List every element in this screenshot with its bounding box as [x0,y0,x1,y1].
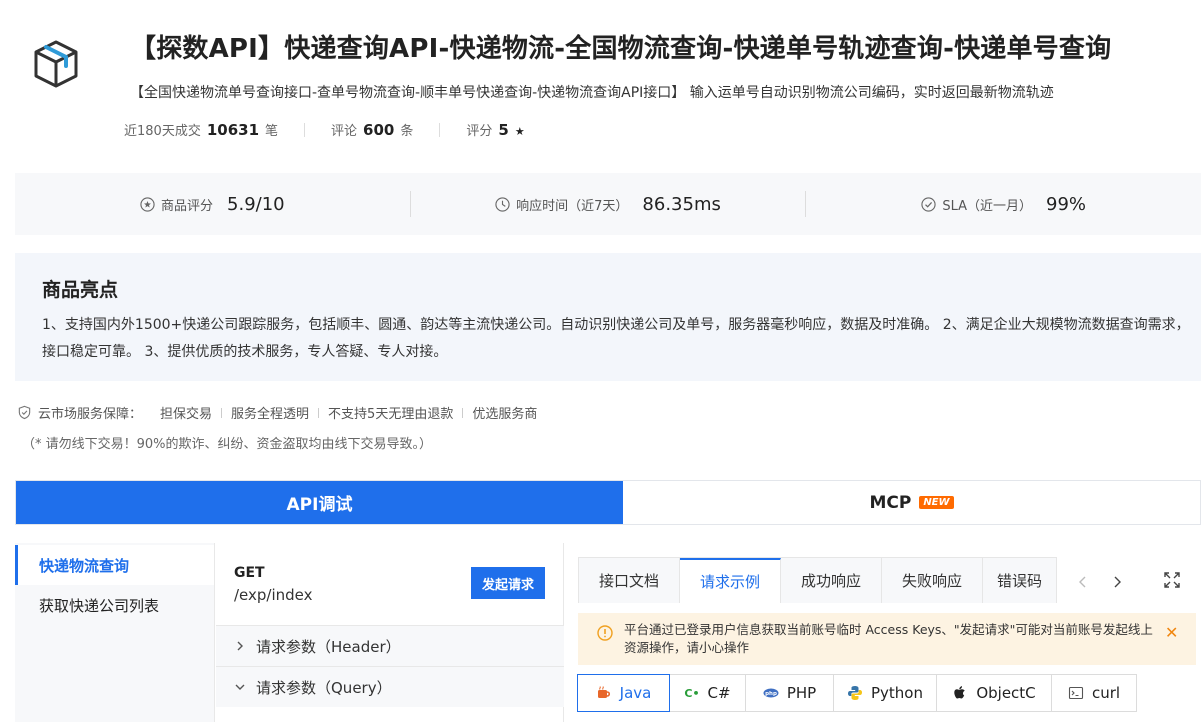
chevron-right-icon [237,641,243,651]
doc-panel: 接口文档 请求示例 成功响应 失败响应 错误码 平台通过已登录用户信息获取当前账… [565,543,1201,722]
lang-java[interactable]: Java [577,674,670,712]
stat-deals: 近180天成交 10631 笔 [124,121,279,139]
python-icon [848,686,862,700]
warning-icon [597,625,613,641]
api-item-express-query[interactable]: 快递物流查询 [15,545,214,585]
send-request-button[interactable]: 发起请求 [471,567,545,599]
product-header: 【探数API】快递查询API-快递物流-全国物流查询-快递单号轨迹查询-快递单号… [0,0,1201,160]
divider [221,407,223,418]
svg-text:php: php [765,691,777,697]
language-tabs: Java C• C# php PHP Python ObjectC curl [577,674,1137,712]
lang-objectc[interactable]: ObjectC [936,674,1052,712]
main-tabs: API调试 MCP NEW [15,480,1201,525]
lang-curl[interactable]: curl [1051,674,1137,712]
param-header-row[interactable]: 请求参数（Header） [216,625,564,666]
metrics-bar: 商品评分 5.9/10 响应时间（近7天） 86.35ms SLA（近一月） 9… [15,173,1201,235]
divider [318,407,320,418]
divider [462,407,464,418]
product-highlights: 商品亮点 1、支持国内外1500+快递公司跟踪服务，包括顺丰、圆通、韵达等主流快… [15,253,1201,381]
product-subtitle: 【全国快递物流单号查询接口-查单号物流查询-顺丰单号快递查询-快递物流查询API… [130,85,1054,101]
doc-tabs: 接口文档 请求示例 成功响应 失败响应 错误码 [578,557,1057,603]
apple-icon [954,686,966,699]
star-circle-icon [140,196,155,212]
metric-response-time: 响应时间（近7天） 86.35ms [411,194,806,215]
chevron-down-icon [235,684,245,690]
star-icon: ★ [514,125,525,138]
lang-python[interactable]: Python [833,674,937,712]
csharp-icon: C• [684,686,700,700]
fraud-notice: （* 请勿线下交易！90%的欺诈、纠纷、资金盗取均由线下交易导致。） [22,437,433,452]
api-item-company-list[interactable]: 获取快递公司列表 [15,585,214,625]
tab-mcp[interactable]: MCP NEW [623,481,1200,524]
new-badge: NEW [919,496,954,509]
lang-csharp[interactable]: C• C# [669,674,746,712]
endpoint-path: /exp/index [234,586,313,604]
close-icon[interactable]: ✕ [1165,623,1178,642]
tab-fail-response[interactable]: 失败响应 [882,558,983,603]
highlights-title: 商品亮点 [42,279,119,301]
guarantee-item: 服务全程透明 [231,407,310,422]
http-method: GET [234,565,265,581]
warning-text: 平台通过已登录用户信息获取当前账号临时 Access Keys、"发起请求"可能… [624,622,1153,655]
divider [304,122,306,137]
chevron-right-icon[interactable] [1111,575,1123,589]
stat-rating: 评分 5 ★ [466,121,525,139]
lang-php[interactable]: php PHP [745,674,834,712]
api-list: 快递物流查询 获取快递公司列表 [15,543,215,722]
guarantee-title: 云市场服务保障： [38,407,143,422]
product-stats: 近180天成交 10631 笔 评论 600 条 评分 5 ★ [124,120,525,139]
java-icon [597,686,610,698]
stat-comments[interactable]: 评论 600 条 [331,120,413,139]
fullscreen-icon[interactable] [1163,571,1181,589]
product-title: 【探数API】快递查询API-快递物流-全国物流查询-快递单号轨迹查询-快递单号… [130,34,1112,64]
guarantee-item: 不支持5天无理由退款 [328,407,454,422]
tab-error-code[interactable]: 错误码 [983,558,1056,603]
param-query-row[interactable]: 请求参数（Query） [216,666,564,707]
check-circle-icon [921,196,936,212]
terminal-icon [1068,686,1084,700]
metric-score: 商品评分 5.9/10 [15,194,410,215]
service-guarantee: 云市场服务保障： 担保交易 服务全程透明 不支持5天无理由退款 优选服务商 [17,403,537,422]
guarantee-item: 优选服务商 [472,407,538,422]
warning-banner: 平台通过已登录用户信息获取当前账号临时 Access Keys、"发起请求"可能… [578,613,1196,665]
endpoint-panel: GET /exp/index 发起请求 请求参数（Header） 请求参数（Qu… [216,543,564,722]
highlights-text: 1、支持国内外1500+快递公司跟踪服务，包括顺丰、圆通、韵达等主流快递公司。自… [42,317,1190,360]
tab-api-doc[interactable]: 接口文档 [579,558,680,603]
tab-success-response[interactable]: 成功响应 [781,558,882,603]
clock-icon [495,196,510,212]
tab-api-debug[interactable]: API调试 [16,481,623,524]
php-icon: php [763,688,779,698]
metric-sla: SLA（近一月） 99% [806,194,1201,215]
tab-request-example[interactable]: 请求示例 [680,558,781,603]
guarantee-item: 担保交易 [160,407,213,422]
divider [439,122,441,137]
package-box-icon [34,40,78,88]
chevron-left-icon[interactable] [1077,575,1089,589]
shield-check-icon [18,405,31,420]
